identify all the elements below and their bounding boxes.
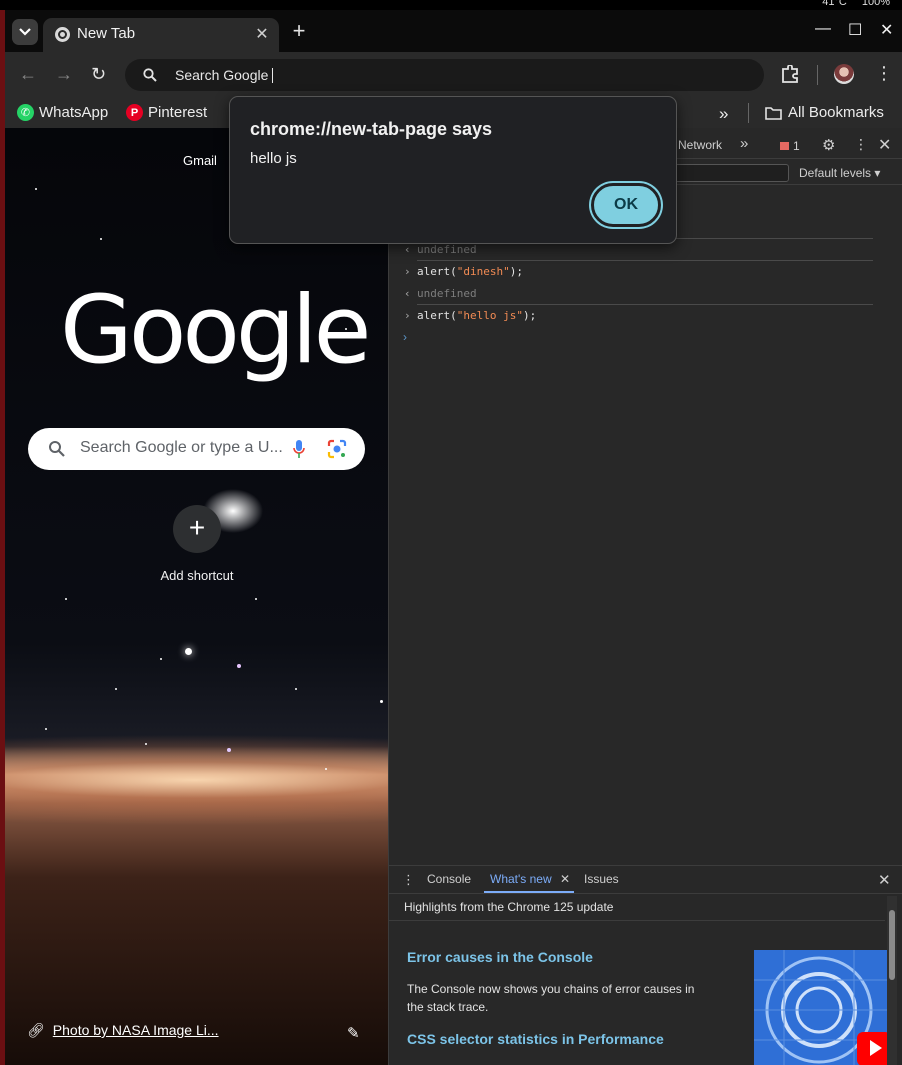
- os-top-bar: 41°C 100%: [0, 0, 902, 10]
- forward-icon[interactable]: →: [55, 64, 73, 85]
- close-whats-new-icon[interactable]: ✕: [560, 872, 570, 886]
- bookmark-label: Pinterest: [148, 104, 208, 121]
- folder-icon: [765, 106, 782, 120]
- all-bookmarks-button[interactable]: All Bookmarks: [765, 104, 884, 121]
- more-tabs-icon[interactable]: »: [740, 135, 748, 152]
- add-shortcut-button[interactable]: +: [173, 505, 221, 553]
- tab-network[interactable]: Network: [678, 138, 722, 152]
- pencil-icon[interactable]: ✎: [347, 1024, 360, 1042]
- battery-indicator: 100%: [861, 0, 890, 8]
- console-text: undefined: [417, 243, 477, 256]
- console-prompt[interactable]: ›: [403, 330, 407, 344]
- browser-menu-icon[interactable]: ⋮: [875, 63, 893, 84]
- tab-new-tab[interactable]: New Tab ✕: [43, 18, 279, 52]
- pinterest-icon: P: [126, 104, 143, 121]
- bookmarks-divider: [748, 103, 749, 123]
- console-filter-input[interactable]: [674, 164, 789, 182]
- address-bar[interactable]: Search Google: [125, 59, 764, 91]
- reload-icon[interactable]: ↻: [91, 64, 106, 85]
- drawer-tab-console[interactable]: Console: [427, 872, 471, 886]
- tab-close-icon[interactable]: ✕: [253, 24, 271, 44]
- console-text: undefined: [417, 287, 477, 300]
- dialog-message: hello js: [250, 150, 297, 167]
- tab-strip: New Tab ✕ + — ☐ ✕: [5, 10, 902, 52]
- page-search-box[interactable]: Search Google or type a U...: [28, 428, 365, 470]
- tab-search-button[interactable]: [12, 19, 38, 45]
- gmail-link[interactable]: Gmail: [183, 153, 217, 168]
- page-search-placeholder: Search Google or type a U...: [80, 439, 283, 456]
- gear-icon[interactable]: ⚙: [822, 136, 835, 154]
- new-tab-button[interactable]: +: [288, 18, 310, 44]
- maximize-icon[interactable]: ☐: [848, 20, 862, 40]
- photo-credit-link[interactable]: 🔗︎ Photo by NASA Image Li...: [27, 1022, 219, 1039]
- minimize-icon[interactable]: —: [815, 20, 831, 38]
- drawer-scrollbar[interactable]: [887, 896, 897, 1065]
- google-lens-icon[interactable]: [326, 438, 348, 460]
- whats-new-subtitle: Highlights from the Chrome 125 update: [404, 900, 614, 914]
- address-bar-text: Search Google: [175, 67, 274, 83]
- console-output: ‹ undefined › alert("dinesh"); ‹ undefin…: [389, 185, 902, 865]
- tab-title: New Tab: [77, 25, 136, 42]
- link-icon: 🔗︎: [27, 1022, 45, 1038]
- ok-button[interactable]: OK: [591, 183, 661, 227]
- devtools-drawer: ⋮ Console What's new ✕ Issues ✕ Highligh…: [389, 865, 902, 1065]
- result-arrow-icon: ‹: [404, 243, 411, 256]
- back-icon[interactable]: ←: [19, 64, 37, 85]
- google-logo: Google: [60, 276, 371, 385]
- close-devtools-icon[interactable]: ✕: [878, 135, 891, 155]
- close-drawer-icon[interactable]: ✕: [878, 871, 891, 889]
- bookmarks-overflow-icon[interactable]: »: [719, 104, 728, 124]
- drawer-tab-bar: ⋮ Console What's new ✕ Issues ✕: [389, 866, 902, 894]
- console-line: › alert("dinesh");: [389, 261, 873, 283]
- chevron-down-icon: [19, 28, 31, 36]
- microphone-icon[interactable]: [293, 439, 305, 459]
- drawer-menu-icon[interactable]: ⋮: [402, 872, 415, 888]
- whats-new-image[interactable]: [754, 950, 887, 1065]
- whats-new-paragraph-1: The Console now shows you chains of erro…: [407, 982, 695, 1014]
- issue-badge-icon: [780, 142, 789, 150]
- system-tray: 41°C 100%: [810, 0, 890, 8]
- drawer-tab-whats-new[interactable]: What's new: [490, 872, 552, 886]
- whats-new-heading-1[interactable]: Error causes in the Console: [407, 949, 593, 965]
- scrollbar-thumb[interactable]: [889, 910, 895, 980]
- console-text: alert("hello js");: [417, 309, 537, 322]
- search-icon: [49, 441, 65, 457]
- drawer-tab-issues[interactable]: Issues: [584, 872, 619, 886]
- console-line: ‹ undefined: [389, 283, 873, 305]
- input-arrow-icon: ›: [404, 309, 411, 322]
- input-arrow-icon: ›: [404, 265, 411, 278]
- whatsapp-icon: ✆: [17, 104, 34, 121]
- toolbar-divider: [817, 65, 818, 85]
- bookmark-pinterest[interactable]: P Pinterest: [126, 104, 207, 121]
- console-text: alert("dinesh");: [417, 265, 523, 278]
- browser-toolbar: ← → ↻ Search Google ⋮: [5, 52, 902, 98]
- bookmark-whatsapp[interactable]: ✆ WhatsApp: [17, 104, 108, 121]
- all-bookmarks-label: All Bookmarks: [788, 104, 884, 121]
- active-tab-indicator: [484, 891, 574, 893]
- add-shortcut-label: Add shortcut: [160, 568, 234, 583]
- drawer-divider: [389, 920, 885, 921]
- devtools-menu-icon[interactable]: ⋮: [854, 136, 868, 153]
- temperature-indicator: 41°C: [822, 0, 847, 8]
- dialog-title: chrome://new-tab-page says: [250, 119, 493, 139]
- close-window-icon[interactable]: ✕: [880, 20, 893, 40]
- search-icon: [143, 68, 157, 82]
- devtools-panel: Network » 1 ⚙ ⋮ ✕ Default levels ▾ ‹ und…: [388, 128, 902, 1065]
- chrome-125-graphic: [754, 950, 887, 1065]
- whats-new-heading-2[interactable]: CSS selector statistics in Performance: [407, 1031, 664, 1047]
- result-arrow-icon: ‹: [404, 287, 411, 300]
- chrome-icon: [55, 27, 70, 42]
- console-line: › alert("hello js");: [389, 305, 873, 327]
- bookmark-label: WhatsApp: [39, 104, 109, 121]
- profile-avatar[interactable]: [834, 64, 854, 84]
- extensions-icon[interactable]: [780, 65, 800, 83]
- photo-credit-text: Photo by NASA Image Li...: [52, 1022, 219, 1038]
- new-tab-page: Gmail Google Search Google or type a U..…: [5, 128, 388, 1065]
- log-levels-dropdown[interactable]: Default levels ▾: [799, 166, 880, 180]
- issues-counter[interactable]: 1: [780, 139, 800, 153]
- alert-dialog: chrome://new-tab-page says hello js OK: [229, 96, 677, 244]
